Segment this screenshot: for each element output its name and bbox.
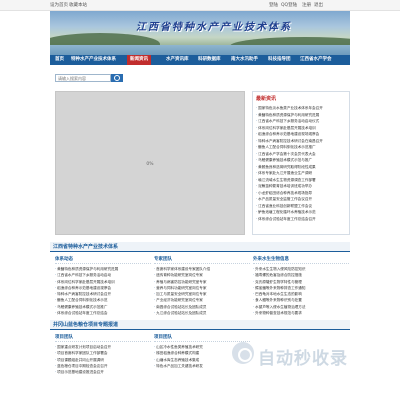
slider-loading-progress: 0%: [146, 162, 154, 167]
site-banner: 江西省特种水产产业技术体系: [50, 11, 350, 55]
nav-item-news[interactable]: 新闻资讯: [127, 55, 151, 65]
column-heading[interactable]: 项目团队: [55, 334, 151, 342]
nav-item-guidance[interactable]: 科技指导团: [265, 55, 294, 65]
list-item[interactable]: 项目示范基地建设推进会召开: [55, 369, 151, 375]
main-nav: 首页 特种水产产业技术体系 新闻资讯 水产资讯库 科研数据库 南大水汛助手 科技…: [50, 55, 350, 65]
expert-team-column: 专家团队 首席科学家体系建设专家团队介绍 遗传育种功能研究室岗位专家 养殖与病害…: [154, 256, 250, 316]
list-item[interactable]: 九江综合试验站站长及团队成员: [154, 310, 250, 316]
list-item[interactable]: 体系综合试验站年度工作总结会: [55, 310, 151, 316]
project-section-title[interactable]: 井冈山蓝色粮仓项目专题报道: [53, 321, 118, 328]
nav-item-research-db[interactable]: 科研数据库: [195, 55, 224, 65]
banner-water-decoration: [50, 45, 350, 55]
watermark-logo-icon: [232, 342, 254, 364]
image-slider[interactable]: 0%: [55, 91, 245, 235]
watermark-text: 自动秒收录: [258, 349, 348, 369]
system-section-title[interactable]: 江西省特种水产产业技术体系: [53, 243, 118, 250]
news-item[interactable]: 体系综合试验站年度工作总结会召开: [256, 216, 346, 223]
top-bar: 设为首页 收藏本站 登陆 QQ登陆 注册 退出: [0, 0, 400, 11]
column-heading[interactable]: 体系动态: [55, 256, 151, 264]
column-heading[interactable]: 外来水生生物信息: [253, 256, 349, 264]
add-favorite-link[interactable]: 收藏本站: [69, 2, 87, 8]
search-button[interactable]: [111, 74, 123, 82]
project-team-column: 项目团队 国家重点研发计划项目启动会召开 项目首席科学家团队工作部署会 项目课题…: [55, 334, 151, 375]
site-title: 江西省特种水产产业技术体系: [136, 22, 292, 33]
search-input[interactable]: [55, 74, 111, 82]
nav-item-assistant[interactable]: 南大水汛助手: [228, 55, 261, 65]
invasive-species-column: 外来水生生物信息 外来水生生物入侵风险防控知识 福寿螺的危害及综合防控措施 克氏…: [253, 256, 349, 316]
logout-link[interactable]: 退出: [314, 2, 323, 8]
nav-item-society[interactable]: 江西省水产学会: [297, 55, 335, 65]
nav-item-aquatic-db[interactable]: 水产资讯库: [163, 55, 192, 65]
latest-news-title: 最新资讯: [256, 96, 277, 102]
login-link[interactable]: 登陆: [269, 2, 278, 8]
system-dynamics-column: 体系动态 黄鳝特色种质资源保护与利用研究进展 江西省水产科技下乡服务活动启动 体…: [55, 256, 151, 316]
set-home-link[interactable]: 设为首页: [50, 2, 68, 8]
project-section-header: 井冈山蓝色粮仓项目专题报道: [50, 320, 350, 330]
list-item[interactable]: 外来物种普查技术规范与要求: [253, 310, 349, 316]
latest-news-panel: 最新资讯 国家特色淡水鱼类产业技术体系年会召开 黄鳝特色种质资源保护与利用研究进…: [252, 91, 350, 235]
nav-item-system[interactable]: 特种水产产业技术体系: [68, 55, 119, 65]
search-bar: [50, 70, 350, 84]
latest-news-list: 国家特色淡水鱼类产业技术体系年会召开 黄鳝特色种质资源保护与利用研究进展 江西省…: [253, 105, 349, 222]
nav-item-home[interactable]: 首页: [52, 55, 67, 65]
watermark-overlay: 自动秒收录: [232, 336, 382, 376]
system-section-header: 江西省特种水产产业技术体系: [50, 242, 350, 252]
register-link[interactable]: 注册: [302, 2, 311, 8]
column-heading[interactable]: 专家团队: [154, 256, 250, 264]
qq-login-link[interactable]: QQ登陆: [281, 2, 297, 8]
